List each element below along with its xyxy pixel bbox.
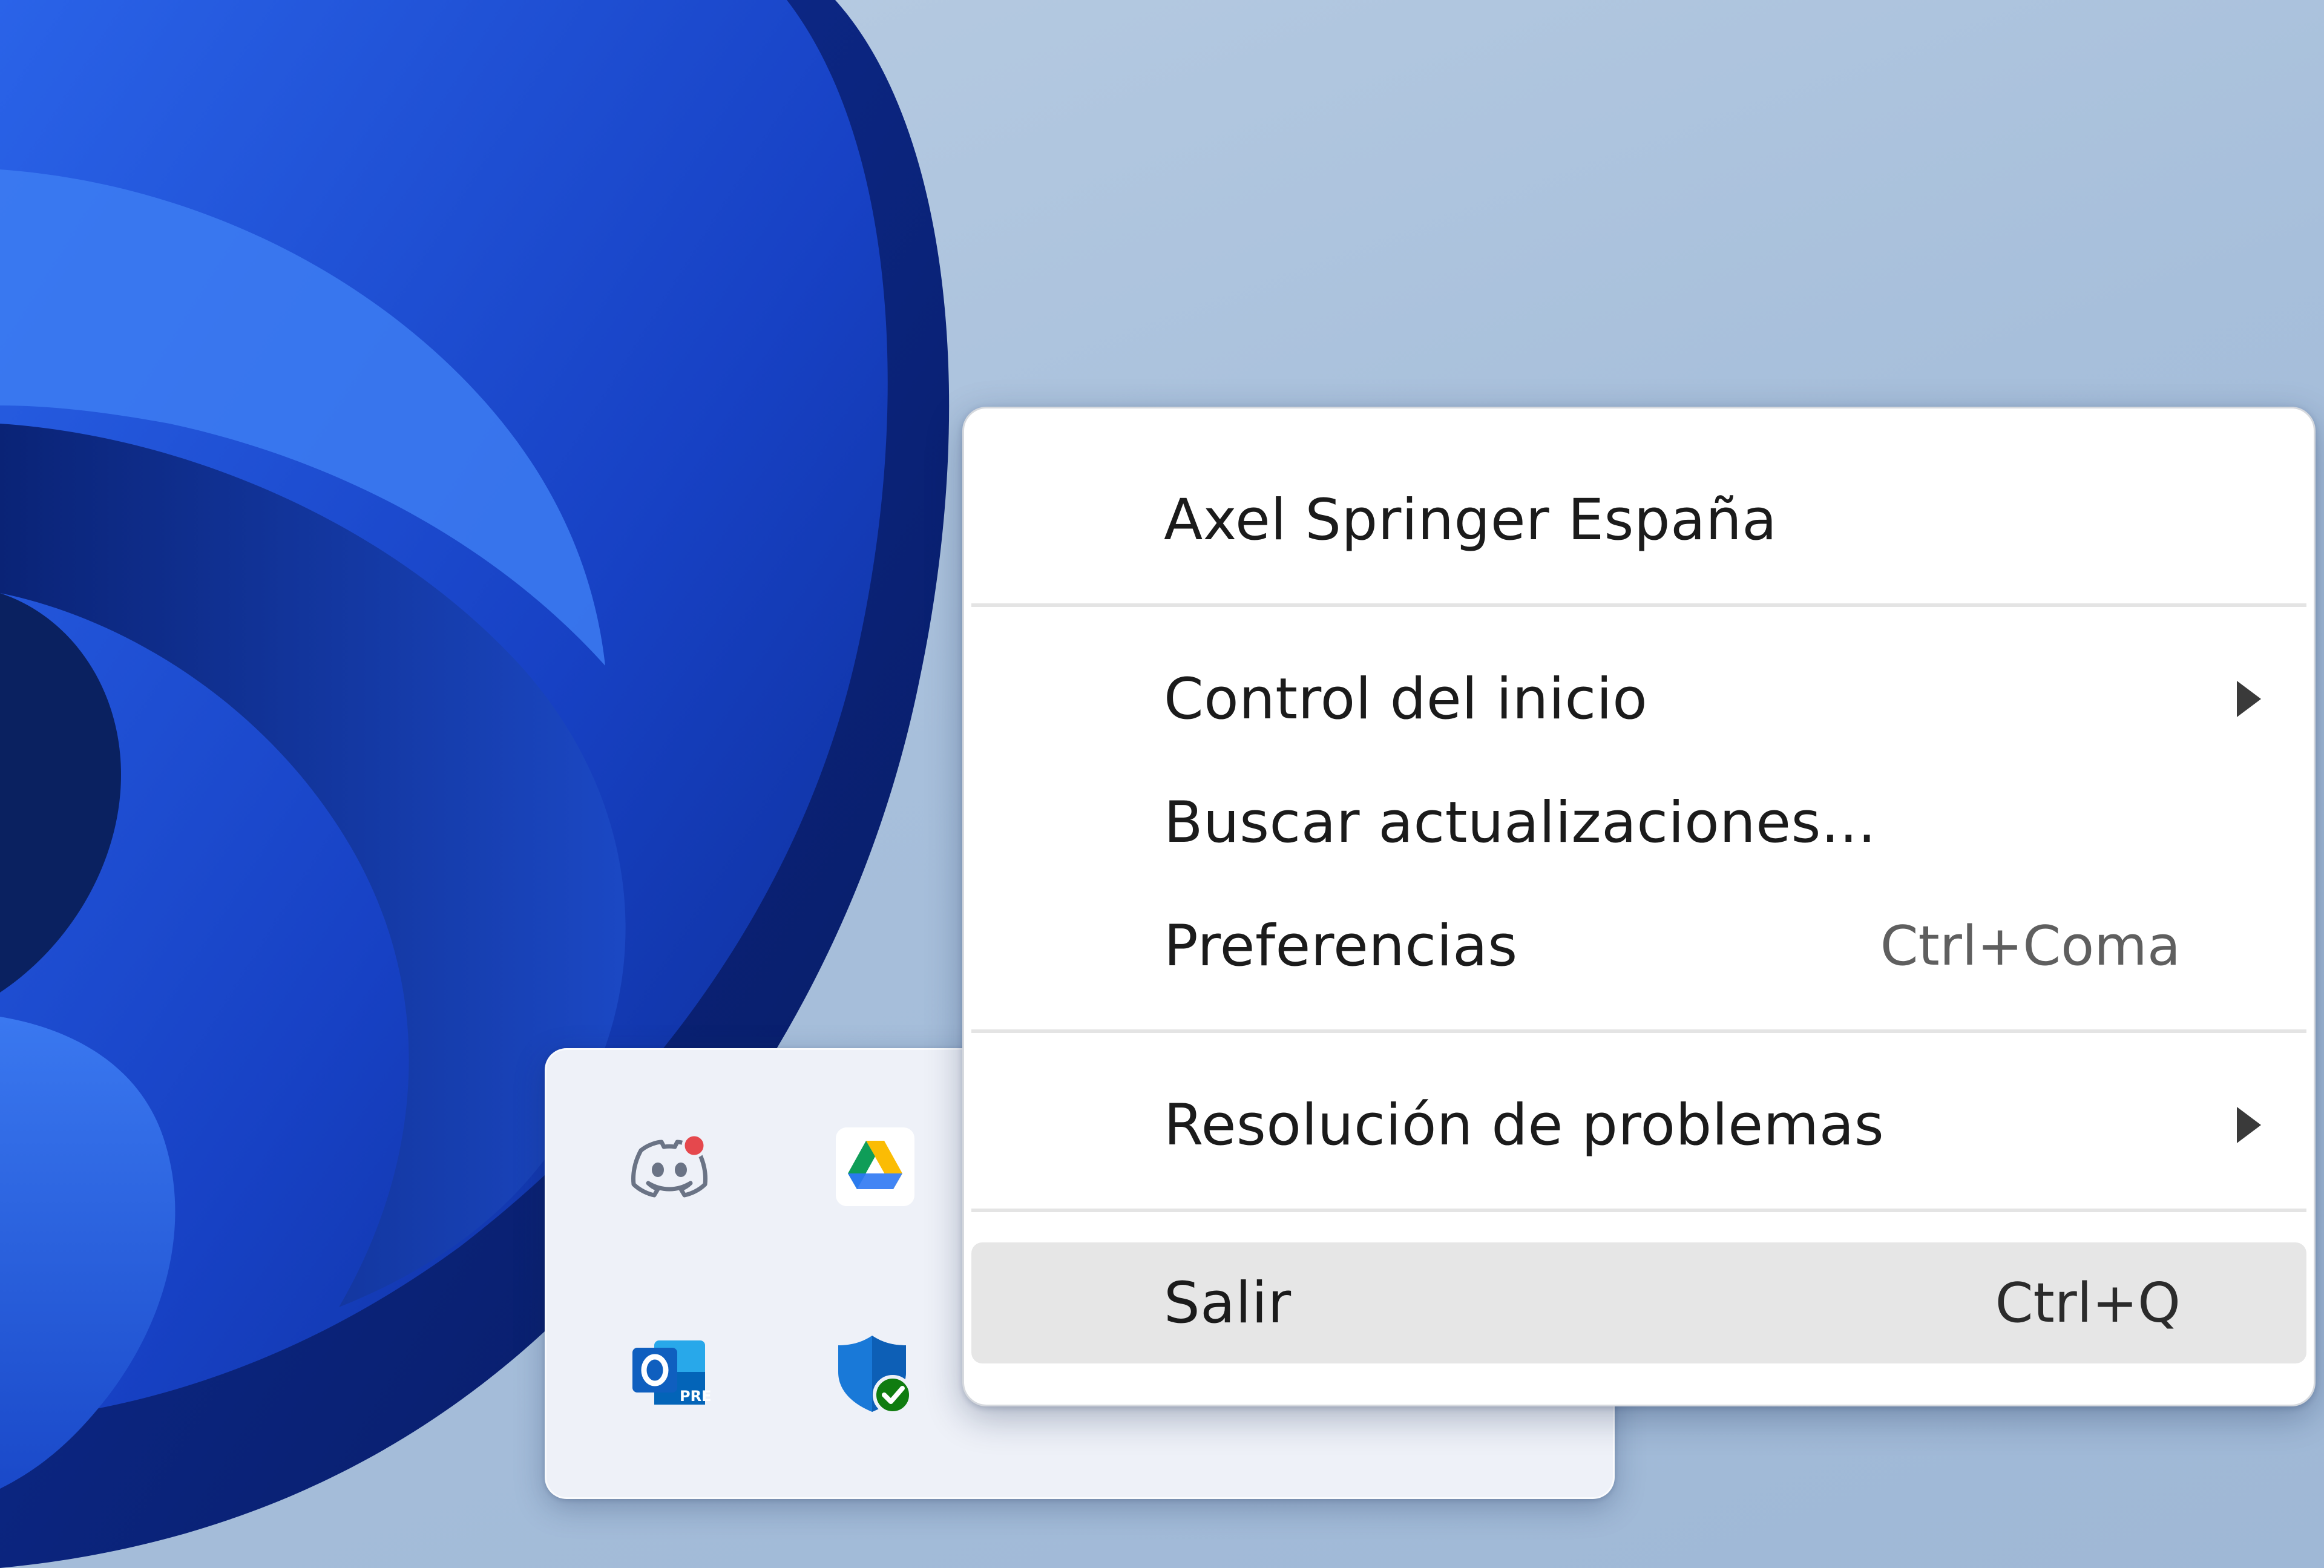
discord-icon[interactable] [624,1121,715,1212]
submenu-arrow-icon [2237,681,2261,717]
menu-item-label: Control del inicio [1164,666,1648,732]
outlook-icon[interactable]: PRE [624,1327,715,1418]
menu-separator [971,1029,2306,1033]
menu-item-preferencias[interactable]: Preferencias Ctrl+Coma [971,885,2306,1006]
menu-item-buscar-actualizaciones[interactable]: Buscar actualizaciones... [971,762,2306,883]
outlook-icon-caption: PRE [680,1388,711,1405]
windows-security-icon[interactable] [830,1327,921,1418]
menu-item-label: Resolución de problemas [1164,1092,1885,1158]
submenu-arrow-icon [2237,1107,2261,1143]
menu-separator [971,1209,2306,1212]
menu-item-label: Preferencias [1164,913,1518,979]
menu-item-shortcut: Ctrl+Coma [1880,914,2181,978]
menu-item-shortcut: Ctrl+Q [1995,1271,2181,1335]
menu-item-resolucion-de-problemas[interactable]: Resolución de problemas [971,1064,2306,1186]
menu-item-control-del-inicio[interactable]: Control del inicio [971,638,2306,759]
menu-item-label: Buscar actualizaciones... [1164,789,1877,856]
menu-item-salir[interactable]: Salir Ctrl+Q [971,1242,2306,1363]
menu-separator [971,603,2306,607]
tray-context-menu: Axel Springer España Control del inicio … [962,407,2316,1406]
google-drive-icon[interactable] [830,1121,921,1212]
menu-header: Axel Springer España [971,459,2306,580]
menu-item-label: Salir [1164,1270,1292,1336]
desktop: PRE Axel Springer España Control del ini… [0,0,2324,1568]
menu-header-label: Axel Springer España [1164,487,1777,553]
